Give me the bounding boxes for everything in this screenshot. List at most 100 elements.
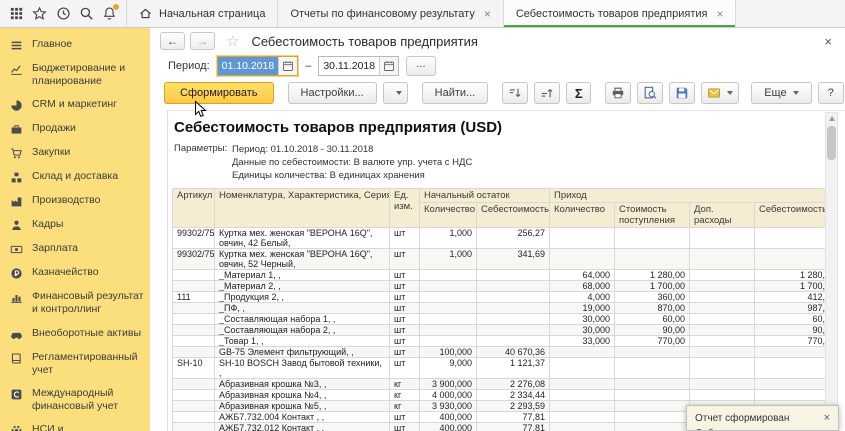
- calendar-button[interactable]: [278, 57, 298, 75]
- table-cell[interactable]: [476, 324, 550, 336]
- table-cell[interactable]: [689, 357, 755, 379]
- table-cell[interactable]: шт: [389, 291, 420, 303]
- table-cell[interactable]: _Материал 2, ,: [214, 280, 390, 292]
- table-cell[interactable]: [689, 248, 755, 270]
- table-cell[interactable]: [419, 302, 477, 314]
- table-cell[interactable]: 100,000: [419, 346, 477, 358]
- table-cell[interactable]: _ПФ, ,: [214, 302, 390, 314]
- table-cell[interactable]: [172, 269, 215, 281]
- table-cell[interactable]: [754, 346, 835, 358]
- table-cell[interactable]: АЖБ7.732.012 Контакт , ,: [214, 422, 390, 431]
- table-cell[interactable]: [614, 357, 690, 379]
- table-cell[interactable]: 4,000: [549, 291, 615, 303]
- table-cell[interactable]: 60,00: [614, 313, 690, 325]
- period-from-field[interactable]: 01.10.2018: [216, 56, 299, 76]
- tab[interactable]: Начальная страница: [126, 0, 277, 27]
- tab[interactable]: Себестоимость товаров предприятия ×: [502, 0, 737, 27]
- collapse-groups-button[interactable]: [502, 82, 529, 104]
- table-cell[interactable]: [754, 378, 835, 390]
- table-cell[interactable]: [419, 313, 477, 325]
- period-options-button[interactable]: ...: [406, 56, 436, 76]
- table-cell[interactable]: [549, 411, 615, 423]
- sidebar-item-planning[interactable]: Бюджетирование и планирование: [0, 57, 150, 93]
- col-extra-costs[interactable]: Доп. расходы: [689, 202, 755, 228]
- table-cell[interactable]: [419, 291, 477, 303]
- help-button[interactable]: ?: [817, 82, 844, 104]
- table-cell[interactable]: [476, 269, 550, 281]
- table-cell[interactable]: шт: [389, 324, 420, 336]
- col-incoming[interactable]: Приход: [549, 188, 835, 203]
- sidebar-item-warehouse[interactable]: Склад и доставка: [0, 165, 150, 189]
- sidebar-item-money[interactable]: Зарплата: [0, 237, 150, 261]
- table-cell[interactable]: [614, 227, 690, 249]
- table-cell[interactable]: [172, 400, 215, 412]
- search-button[interactable]: [75, 2, 97, 25]
- table-cell[interactable]: [172, 335, 215, 347]
- table-cell[interactable]: [476, 280, 550, 292]
- notifications-button[interactable]: [99, 2, 121, 25]
- table-cell[interactable]: 68,000: [549, 280, 615, 292]
- apps-menu-button[interactable]: [5, 2, 27, 25]
- table-cell[interactable]: [419, 269, 477, 281]
- col-qty-in[interactable]: Количество: [549, 202, 615, 228]
- period-from-value[interactable]: 01.10.2018: [217, 57, 279, 75]
- table-cell[interactable]: [689, 291, 755, 303]
- table-cell[interactable]: [549, 248, 615, 270]
- sidebar-item-gear[interactable]: НСИ и администрирование: [0, 418, 150, 431]
- table-cell[interactable]: шт: [389, 411, 420, 423]
- report-variants-button[interactable]: [382, 82, 408, 104]
- col-qty-opening[interactable]: Количество: [419, 202, 477, 228]
- table-cell[interactable]: [614, 378, 690, 390]
- col-articul[interactable]: Артикул: [172, 188, 215, 228]
- close-report-icon[interactable]: ×: [819, 34, 837, 49]
- table-cell[interactable]: 412,1: [754, 291, 835, 303]
- table-cell[interactable]: [549, 227, 615, 249]
- generate-button[interactable]: Сформировать: [164, 82, 274, 104]
- favorite-star-icon[interactable]: ☆: [226, 32, 239, 50]
- table-cell[interactable]: _Материал 1, ,: [214, 269, 390, 281]
- table-cell[interactable]: _Составляющая набора 1, ,: [214, 313, 390, 325]
- table-cell[interactable]: [172, 411, 215, 423]
- favorites-button[interactable]: [28, 2, 50, 25]
- table-cell[interactable]: _Составляющая набора 2, ,: [214, 324, 390, 336]
- table-cell[interactable]: 99302/75: [172, 227, 215, 249]
- table-cell[interactable]: 4 000,000: [419, 389, 477, 401]
- table-cell[interactable]: Куртка мех. женская "ВЕРОНА 16Q", овчин,…: [214, 248, 390, 270]
- table-cell[interactable]: [476, 302, 550, 314]
- table-cell[interactable]: шт: [389, 248, 420, 270]
- table-cell[interactable]: 3 900,000: [419, 378, 477, 390]
- table-cell[interactable]: [689, 346, 755, 358]
- table-cell[interactable]: шт: [389, 269, 420, 281]
- sidebar-item-car[interactable]: Внеоборотные активы: [0, 322, 150, 346]
- expand-groups-button[interactable]: [534, 82, 561, 104]
- table-cell[interactable]: _Товар 1, ,: [214, 335, 390, 347]
- table-cell[interactable]: кг: [389, 389, 420, 401]
- table-cell[interactable]: [689, 389, 755, 401]
- table-cell[interactable]: [614, 389, 690, 401]
- table-cell[interactable]: 90,00: [614, 324, 690, 336]
- table-cell[interactable]: [172, 346, 215, 358]
- table-cell[interactable]: шт: [389, 422, 420, 431]
- settings-button[interactable]: Настройки...: [287, 82, 377, 104]
- table-cell[interactable]: [614, 346, 690, 358]
- table-cell[interactable]: [549, 389, 615, 401]
- table-cell[interactable]: [172, 389, 215, 401]
- table-cell[interactable]: 1,000: [419, 227, 477, 249]
- table-cell[interactable]: [689, 280, 755, 292]
- table-cell[interactable]: 60,0: [754, 313, 835, 325]
- col-nomenclature[interactable]: Номенклатура, Характеристика, Серия: [214, 188, 390, 228]
- table-cell[interactable]: 770,00: [614, 335, 690, 347]
- table-cell[interactable]: [754, 248, 835, 270]
- table-cell[interactable]: 400,000: [419, 411, 477, 423]
- table-cell[interactable]: [614, 248, 690, 270]
- table-cell[interactable]: 77,81: [476, 422, 550, 431]
- tab[interactable]: Отчеты по финансовому результату ×: [277, 0, 502, 27]
- sidebar-item-book[interactable]: Регламентированный учет: [0, 346, 150, 382]
- table-cell[interactable]: [476, 313, 550, 325]
- table-cell[interactable]: [419, 335, 477, 347]
- table-cell[interactable]: [689, 324, 755, 336]
- table-cell[interactable]: 1 121,37: [476, 357, 550, 379]
- table-cell[interactable]: 111: [172, 291, 215, 303]
- table-cell[interactable]: 77,81: [476, 411, 550, 423]
- table-cell[interactable]: 30,000: [549, 324, 615, 336]
